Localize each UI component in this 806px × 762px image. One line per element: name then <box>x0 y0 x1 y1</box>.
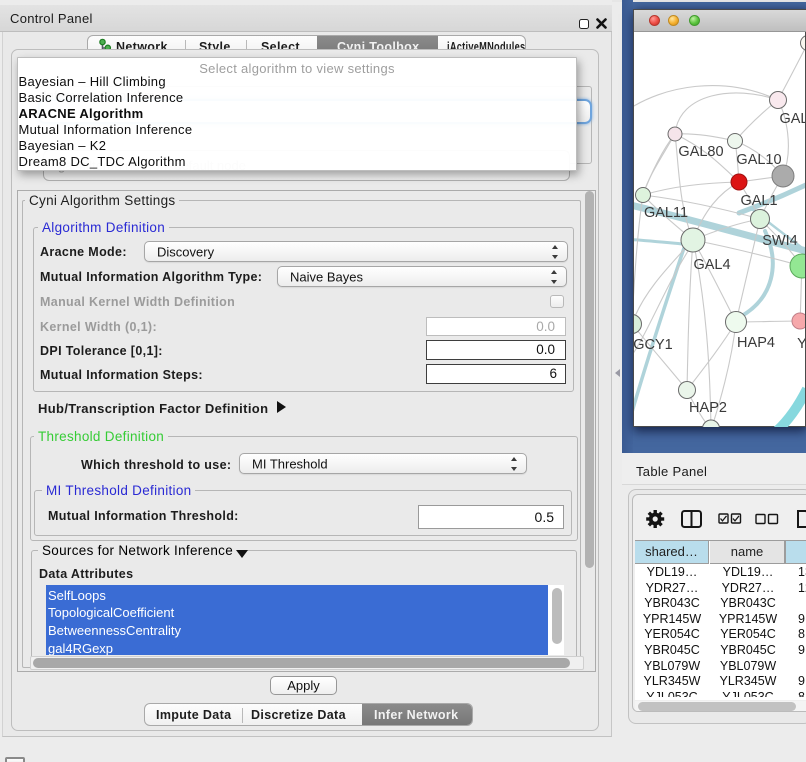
svg-text:GAL1: GAL1 <box>740 193 777 209</box>
svg-text:SWI4: SWI4 <box>762 233 797 249</box>
svg-text:GAL10: GAL10 <box>736 152 781 168</box>
svg-text:GAL11: GAL11 <box>644 205 688 221</box>
svg-text:Y: Y <box>797 336 805 352</box>
svg-text:HAP2: HAP2 <box>689 400 727 416</box>
svg-text:GAL4: GAL4 <box>693 257 730 273</box>
svg-text:GAL: GAL <box>779 111 805 127</box>
svg-text:HAP4: HAP4 <box>737 335 775 351</box>
svg-text:GAL80: GAL80 <box>678 144 723 160</box>
svg-text:GCY1: GCY1 <box>634 337 673 353</box>
